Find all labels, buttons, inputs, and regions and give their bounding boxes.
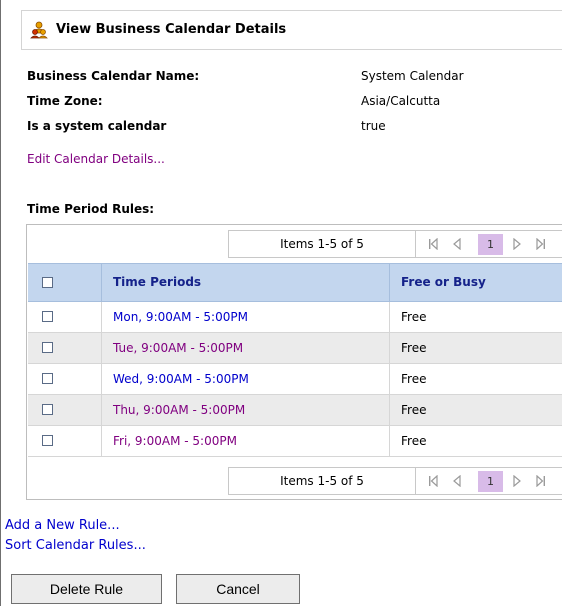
time-period-link[interactable]: Wed, 9:00AM - 5:00PM xyxy=(113,372,249,386)
group-users-icon xyxy=(30,21,48,39)
free-busy-value: Free xyxy=(401,372,427,386)
table-row: Tue, 9:00AM - 5:00PM Free xyxy=(28,333,562,364)
left-border-rule xyxy=(0,0,1,606)
free-busy-value: Free xyxy=(401,403,427,417)
time-periods-header-cell: Time Periods xyxy=(101,264,390,301)
page-number-current[interactable]: 1 xyxy=(478,471,503,492)
pager-items-count: Items 1-5 of 5 xyxy=(229,468,416,494)
time-zone-value: Asia/Calcutta xyxy=(361,94,441,108)
row-checkbox[interactable] xyxy=(42,373,53,384)
sort-calendar-rules-link[interactable]: Sort Calendar Rules... xyxy=(5,538,146,553)
page-header: View Business Calendar Details xyxy=(21,10,562,50)
calendar-name-value: System Calendar xyxy=(361,69,464,83)
next-page-icon[interactable] xyxy=(511,238,523,250)
free-busy-value: Free xyxy=(401,341,427,355)
table-row: Mon, 9:00AM - 5:00PM Free xyxy=(28,302,562,333)
free-busy-value: Free xyxy=(401,310,427,324)
first-page-icon[interactable] xyxy=(427,475,439,487)
table-row: Thu, 9:00AM - 5:00PM Free xyxy=(28,395,562,426)
time-period-link[interactable]: Mon, 9:00AM - 5:00PM xyxy=(113,310,248,324)
row-checkbox[interactable] xyxy=(42,435,53,446)
time-period-link[interactable]: Thu, 9:00AM - 5:00PM xyxy=(113,403,245,417)
table-row: Wed, 9:00AM - 5:00PM Free xyxy=(28,364,562,395)
table-header-row: Time Periods Free or Busy xyxy=(28,263,562,302)
last-page-icon[interactable] xyxy=(535,475,547,487)
system-calendar-value: true xyxy=(361,119,386,133)
pager-bottom: Items 1-5 of 5 1 xyxy=(228,467,562,495)
add-new-rule-link[interactable]: Add a New Rule... xyxy=(5,518,120,533)
time-period-rules-title: Time Period Rules: xyxy=(27,202,155,216)
pager-top: Items 1-5 of 5 1 xyxy=(228,230,562,258)
cancel-button[interactable]: Cancel xyxy=(176,574,300,604)
previous-page-icon[interactable] xyxy=(451,475,463,487)
calendar-name-label: Business Calendar Name: xyxy=(27,69,200,83)
row-checkbox[interactable] xyxy=(42,342,53,353)
last-page-icon[interactable] xyxy=(535,238,547,250)
select-all-cell xyxy=(28,264,102,301)
first-page-icon[interactable] xyxy=(427,238,439,250)
row-checkbox[interactable] xyxy=(42,311,53,322)
page-title: View Business Calendar Details xyxy=(56,22,287,37)
time-periods-column-header[interactable]: Time Periods xyxy=(113,275,201,289)
page-number-current[interactable]: 1 xyxy=(478,234,503,255)
rules-table: Items 1-5 of 5 1 Time Periods Free or Bu… xyxy=(26,224,562,500)
time-period-link[interactable]: Fri, 9:00AM - 5:00PM xyxy=(113,434,237,448)
delete-rule-button[interactable]: Delete Rule xyxy=(11,574,162,604)
select-all-checkbox[interactable] xyxy=(42,277,53,288)
edit-calendar-details-link[interactable]: Edit Calendar Details... xyxy=(27,152,165,166)
next-page-icon[interactable] xyxy=(511,475,523,487)
free-busy-value: Free xyxy=(401,434,427,448)
system-calendar-label: Is a system calendar xyxy=(27,119,167,133)
time-period-link[interactable]: Tue, 9:00AM - 5:00PM xyxy=(113,341,243,355)
pager-items-count: Items 1-5 of 5 xyxy=(229,231,416,257)
previous-page-icon[interactable] xyxy=(451,238,463,250)
time-zone-label: Time Zone: xyxy=(27,94,103,108)
free-or-busy-column-header[interactable]: Free or Busy xyxy=(401,275,486,289)
table-row: Fri, 9:00AM - 5:00PM Free xyxy=(28,426,562,457)
row-checkbox[interactable] xyxy=(42,404,53,415)
